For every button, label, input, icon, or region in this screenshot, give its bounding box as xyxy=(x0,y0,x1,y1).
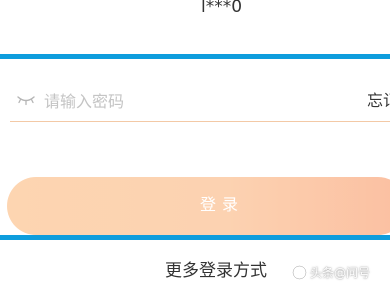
more-login-options-link[interactable]: 更多登录方式 xyxy=(165,261,267,281)
closed-eye-icon[interactable] xyxy=(16,93,36,107)
watermark: 头条@问号 xyxy=(292,262,370,282)
frame-bar-top xyxy=(0,54,390,59)
watermark-logo-icon xyxy=(292,264,307,280)
forgot-password-link[interactable]: 忘记 xyxy=(367,90,390,112)
password-row: 忘记 xyxy=(10,85,390,122)
password-underline xyxy=(10,121,390,122)
login-button-label: 登录 xyxy=(200,195,245,214)
login-button[interactable]: 登录 xyxy=(7,177,390,235)
frame-bar-bottom xyxy=(0,235,390,240)
password-input[interactable] xyxy=(44,89,344,113)
watermark-text: 头条@问号 xyxy=(310,265,371,280)
account-name: l***0 xyxy=(200,0,243,17)
